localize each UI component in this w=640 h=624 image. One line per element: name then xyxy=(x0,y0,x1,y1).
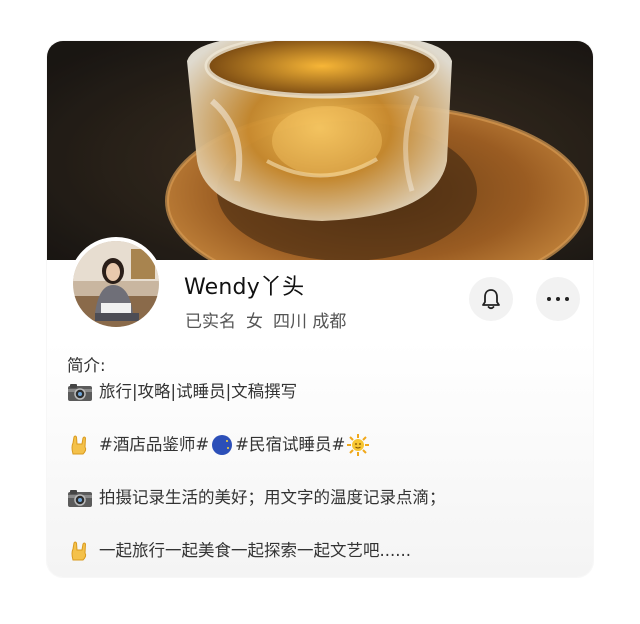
profile-meta: 已实名 女 四川 成都 xyxy=(185,307,346,332)
bio-line-4: 一起旅行一起美食一起探索一起文艺吧...... xyxy=(67,538,577,564)
avatar[interactable] xyxy=(69,237,163,331)
profile-card: Wendy丫头 已实名 女 四川 成都 简介: 旅行|攻略|试睡员|文稿撰写 #… xyxy=(47,41,593,577)
bio-line-1: 旅行|攻略|试睡员|文稿撰写 xyxy=(67,379,577,405)
cover-photo xyxy=(47,41,593,260)
bio-label: 简介: xyxy=(67,356,106,375)
bio-section: 简介: 旅行|攻略|试睡员|文稿撰写 #酒店品鉴师# #民宿试睡员# 拍摄记录生… xyxy=(67,353,577,564)
more-options-button[interactable] xyxy=(536,277,580,321)
sun-emoji-icon xyxy=(347,434,370,456)
verified-label: 已实名 xyxy=(185,312,236,332)
bell-icon xyxy=(482,289,500,310)
profile-name: Wendy丫头 xyxy=(184,275,305,300)
camera-emoji-icon xyxy=(67,381,93,403)
location-label: 四川 成都 xyxy=(273,312,347,332)
bio-line-2: #酒店品鉴师# #民宿试睡员# xyxy=(67,432,577,458)
more-icon xyxy=(547,297,551,301)
camera-emoji-icon xyxy=(67,487,93,509)
gender-label: 女 xyxy=(246,312,263,332)
moon-emoji-icon xyxy=(211,434,233,456)
rock-hand-emoji-icon xyxy=(67,540,93,562)
bio-line-3: 拍摄记录生活的美好；用文字的温度记录点滴； xyxy=(67,485,577,511)
subscribe-bell-button[interactable] xyxy=(469,277,513,321)
rock-hand-emoji-icon xyxy=(67,434,93,456)
avatar-photo xyxy=(73,241,159,327)
